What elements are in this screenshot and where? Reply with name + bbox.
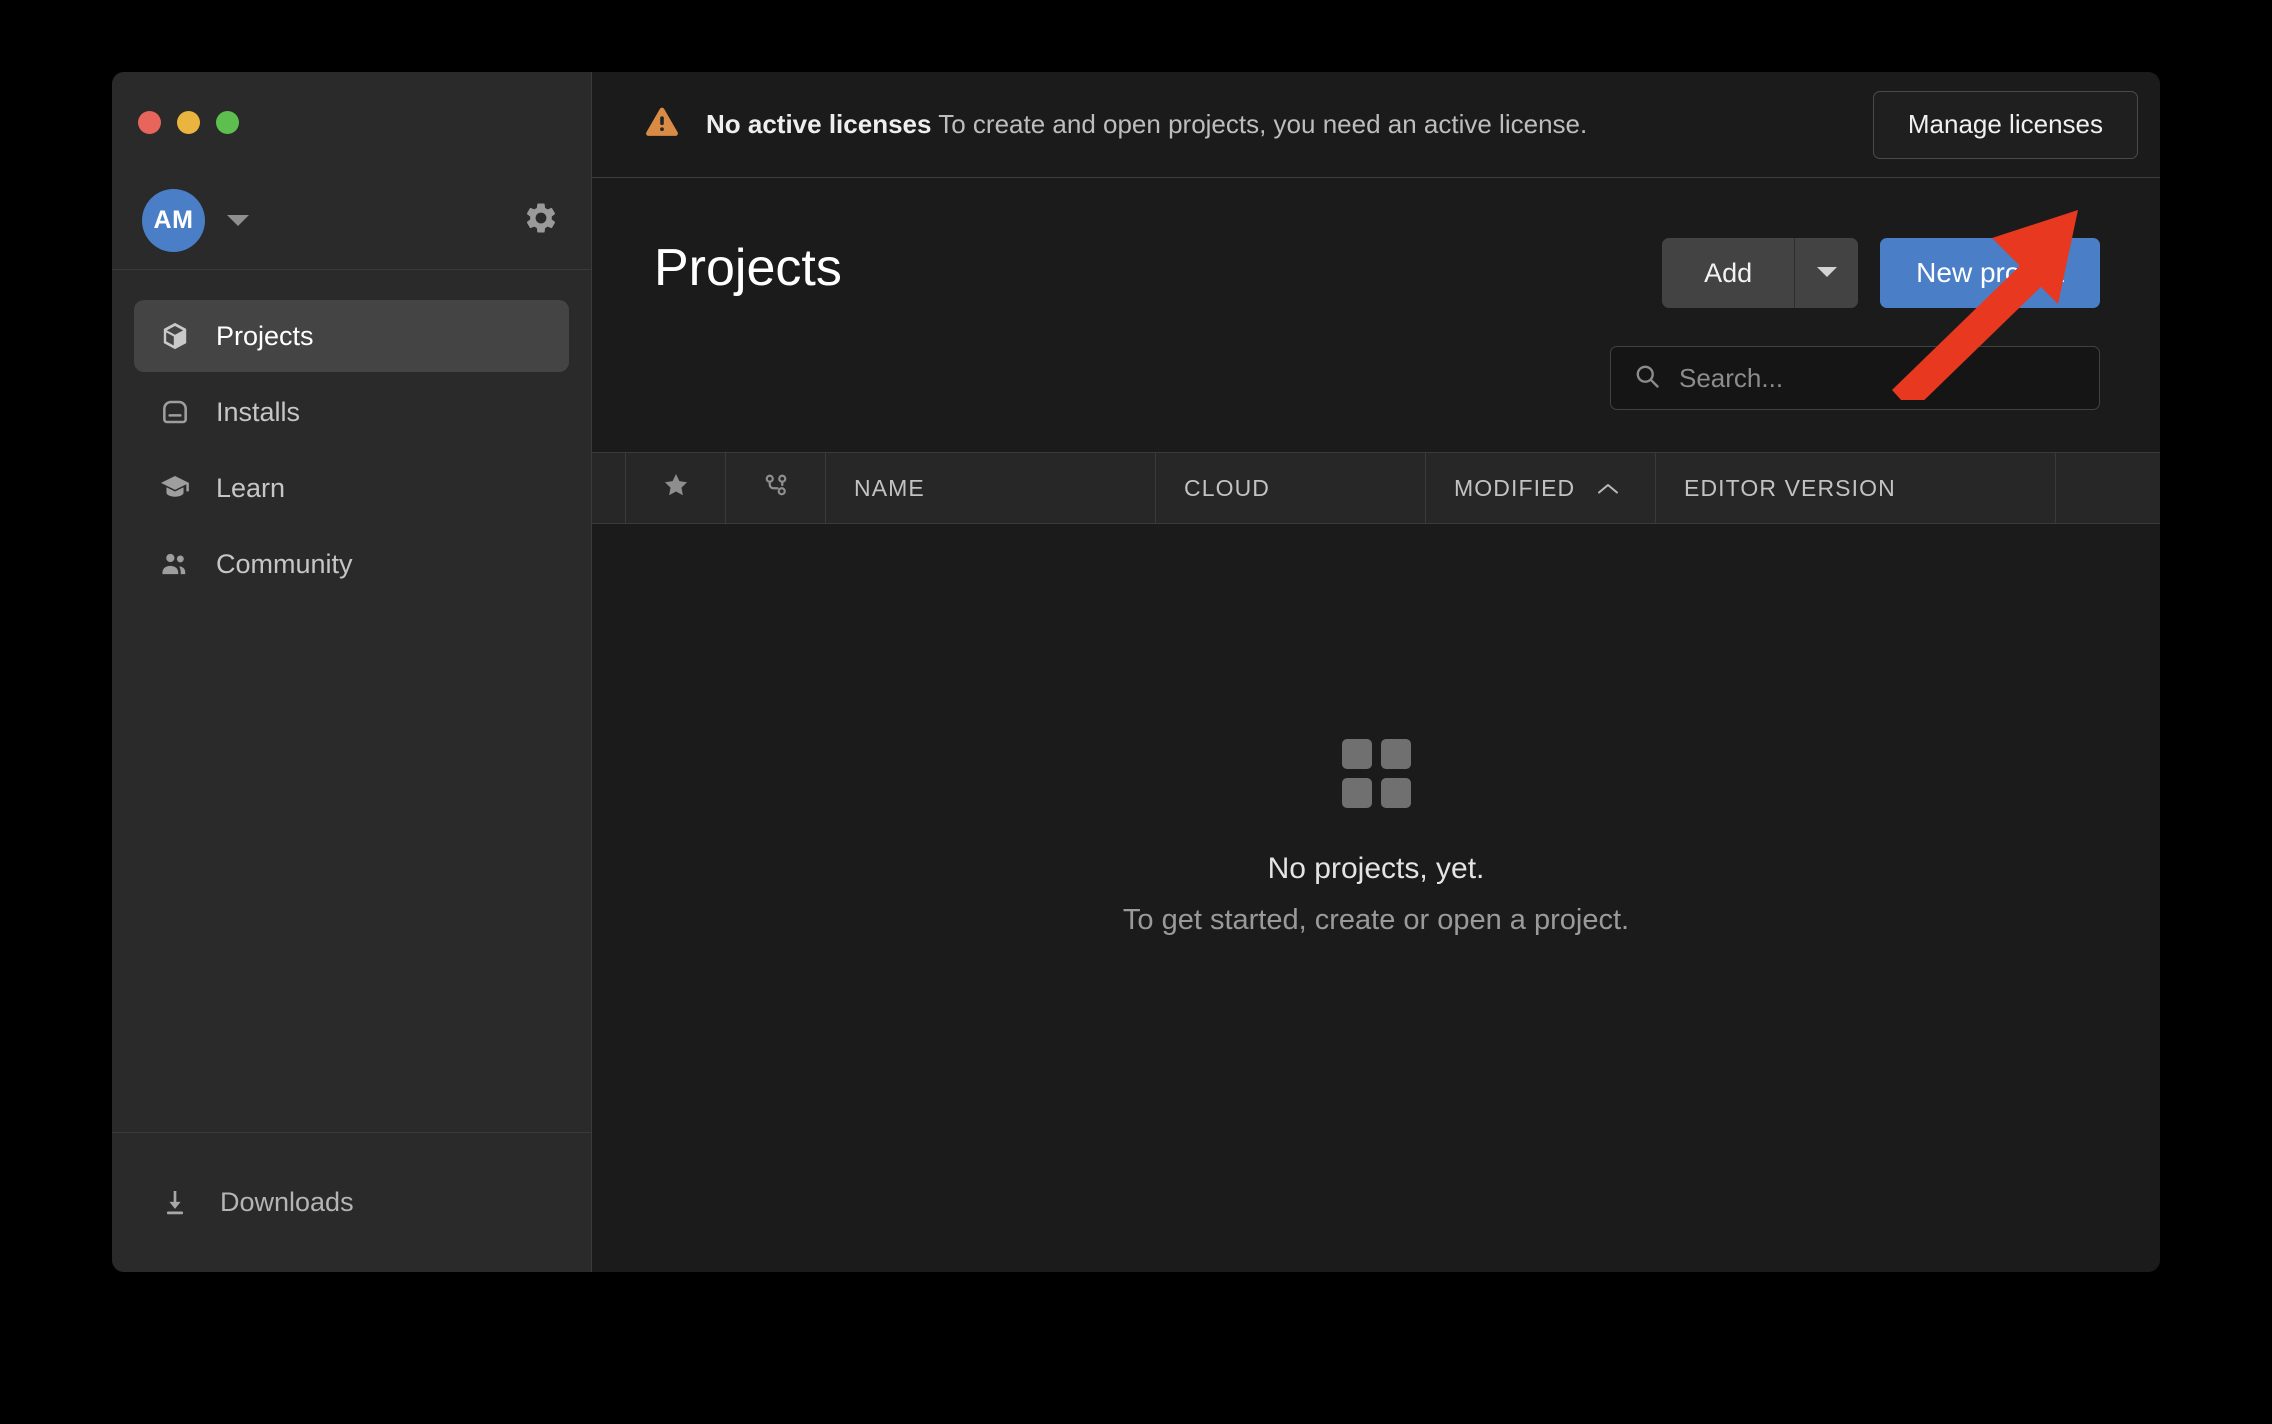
- window-minimize-button[interactable]: [177, 111, 200, 134]
- banner-description: To create and open projects, you need an…: [938, 109, 1587, 139]
- banner-message: No active licenses To create and open pr…: [706, 109, 1587, 140]
- manage-licenses-button[interactable]: Manage licenses: [1873, 91, 2138, 159]
- license-warning-banner: No active licenses To create and open pr…: [592, 72, 2160, 178]
- install-box-icon: [158, 395, 192, 429]
- table-column-modified[interactable]: MODIFIED: [1426, 453, 1656, 523]
- table-column-label: EDITOR VERSION: [1684, 475, 1896, 502]
- search-icon: [1633, 362, 1661, 395]
- table-column-name[interactable]: NAME: [826, 453, 1156, 523]
- add-button[interactable]: Add: [1662, 238, 1794, 308]
- main-content: No active licenses To create and open pr…: [592, 72, 2160, 1272]
- table-column-spacer: [592, 453, 626, 523]
- window-close-button[interactable]: [138, 111, 161, 134]
- table-column-label: NAME: [854, 475, 925, 502]
- grid-squares-icon: [1342, 739, 1411, 808]
- page-title: Projects: [654, 238, 842, 298]
- page-header: Projects Add New project: [592, 178, 2160, 308]
- table-column-favorite[interactable]: [626, 453, 726, 523]
- sidebar-item-installs[interactable]: Installs: [134, 376, 569, 448]
- search-box[interactable]: [1610, 346, 2100, 410]
- sidebar-item-label: Community: [216, 549, 353, 580]
- sidebar-item-label: Installs: [216, 397, 300, 428]
- warning-triangle-icon: [642, 102, 682, 147]
- gear-icon[interactable]: [523, 200, 559, 241]
- new-project-button[interactable]: New project: [1880, 238, 2100, 308]
- window-titlebar: [112, 72, 591, 172]
- download-icon: [158, 1186, 192, 1220]
- sidebar: AM Projects: [112, 72, 592, 1272]
- add-dropdown-button[interactable]: [1794, 238, 1858, 308]
- banner-title: No active licenses: [706, 109, 931, 139]
- sidebar-item-projects[interactable]: Projects: [134, 300, 569, 372]
- projects-table-header: NAME CLOUD MODIFIED EDITOR VERSION: [592, 452, 2160, 524]
- git-branch-icon: [761, 470, 791, 506]
- table-column-label: MODIFIED: [1454, 475, 1575, 502]
- empty-state: No projects, yet. To get started, create…: [592, 524, 2160, 1272]
- add-split-button: Add: [1662, 238, 1858, 308]
- sidebar-footer-label: Downloads: [220, 1187, 354, 1218]
- chevron-up-icon: [1597, 475, 1619, 502]
- sidebar-item-label: Projects: [216, 321, 314, 352]
- chevron-down-icon[interactable]: [227, 215, 249, 226]
- table-column-editor-version[interactable]: EDITOR VERSION: [1656, 453, 2056, 523]
- star-icon: [662, 471, 690, 505]
- table-column-version-control[interactable]: [726, 453, 826, 523]
- empty-state-subtitle: To get started, create or open a project…: [1123, 904, 1629, 937]
- graduation-cap-icon: [158, 471, 192, 505]
- header-actions: Add New project: [1662, 238, 2100, 308]
- sidebar-nav: Projects Installs Lear: [112, 270, 591, 1132]
- empty-state-title: No projects, yet.: [1268, 852, 1485, 886]
- account-row[interactable]: AM: [112, 172, 591, 270]
- table-column-label: CLOUD: [1184, 475, 1270, 502]
- people-icon: [158, 547, 192, 581]
- sidebar-item-learn[interactable]: Learn: [134, 452, 569, 524]
- sidebar-item-community[interactable]: Community: [134, 528, 569, 600]
- sidebar-item-downloads[interactable]: Downloads: [112, 1132, 591, 1272]
- search-input[interactable]: [1679, 363, 2077, 394]
- window-maximize-button[interactable]: [216, 111, 239, 134]
- cube-icon: [158, 319, 192, 353]
- avatar[interactable]: AM: [142, 189, 205, 252]
- table-column-actions: [2056, 453, 2160, 523]
- unity-hub-window: AM Projects: [112, 72, 2160, 1272]
- sidebar-item-label: Learn: [216, 473, 285, 504]
- table-column-cloud[interactable]: CLOUD: [1156, 453, 1426, 523]
- search-row: [592, 308, 2160, 410]
- chevron-down-icon: [1816, 265, 1838, 282]
